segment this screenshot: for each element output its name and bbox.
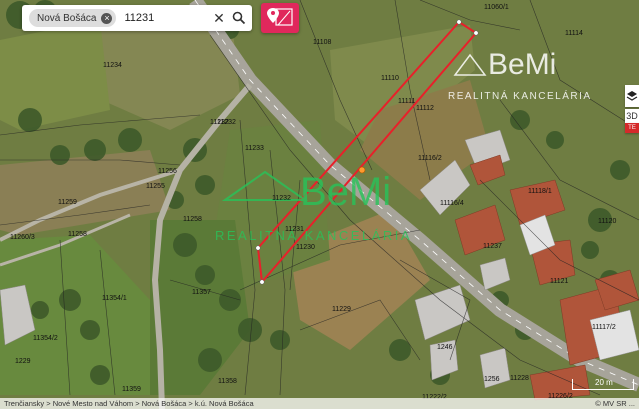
parcel-label: 11232 (272, 195, 291, 202)
close-icon[interactable]: ✕ (210, 10, 228, 27)
parcel-label: 11359 (122, 386, 141, 393)
parcel-label: 11233 (245, 145, 264, 152)
parcel-label: 11255 (146, 183, 165, 190)
map-canvas[interactable]: BeMi REALITNÁ KANCELÁRIA BeMi REALITNÁ K… (0, 0, 639, 409)
watermark-subtitle-top: REALITNÁ KANCELÁRIA (448, 89, 592, 102)
parcel-label: 11256 (158, 168, 177, 175)
layers-button[interactable] (625, 85, 639, 107)
watermark-brand-top: BeMi (488, 48, 556, 81)
3d-toggle-button[interactable]: 3D (625, 109, 639, 123)
parcel-label: 11237 (483, 243, 502, 250)
parcel-label: 11357 (192, 289, 211, 296)
parcel-label: 11060/1 (484, 4, 509, 11)
parcel-label: 11354/1 (102, 295, 127, 302)
parcel-label: 11111 (398, 98, 415, 105)
parcel-label: 11230 (296, 244, 315, 251)
parcel-label: 11108 (313, 39, 332, 46)
search-bar[interactable]: Nová Bošáca × 11231 ✕ (22, 5, 252, 31)
parcel-label: 11116/4 (440, 200, 464, 207)
te-button[interactable]: TE (625, 123, 639, 133)
parcel-label: 11232 (210, 119, 229, 126)
watermark-subtitle-center: REALITNÁ KANCELÁRIA (215, 228, 412, 243)
location-chip-label: Nová Bošáca (37, 12, 97, 24)
breadcrumb[interactable]: Trenčiansky > Nové Mesto nad Váhom > Nov… (4, 398, 254, 409)
parcel-label: 11258 (68, 231, 87, 238)
parcel-label: 11231 (285, 226, 304, 233)
parcel-label: 11234 (103, 62, 122, 69)
layers-icon (626, 91, 638, 101)
parcel-label: 11116/2 (418, 155, 442, 162)
cadastre-pin-icon (267, 8, 293, 26)
parcel-label: 11258 (183, 216, 202, 223)
parcel-label: 11121 (550, 278, 569, 285)
map-source[interactable]: © MV SR ... (595, 398, 635, 409)
parcel-label: 11117/2 (592, 324, 616, 331)
attribution-bar: Trenčiansky > Nové Mesto nad Váhom > Nov… (0, 398, 639, 409)
parcel-label: 11259 (58, 199, 77, 206)
parcel-label: 11358 (218, 378, 237, 385)
parcel-label: 11120 (598, 218, 617, 225)
search-input[interactable]: 11231 (124, 12, 210, 24)
parcel-label: 11229 (332, 306, 351, 313)
parcel-label: 11228 (510, 375, 529, 382)
cadastre-tool-button[interactable] (261, 3, 299, 33)
parcel-label: 1256 (484, 376, 500, 383)
chip-remove-icon[interactable]: × (101, 12, 113, 24)
parcel-label: 11114 (565, 30, 583, 37)
parcel-label: 1229 (15, 358, 31, 365)
parcel-label: 11354/2 (33, 335, 58, 342)
parcel-label: 11118/1 (528, 188, 552, 195)
parcel-label: 11260/3 (10, 234, 35, 241)
parcel-label: 11110 (381, 75, 399, 82)
watermark-brand-center: BeMi (300, 170, 391, 214)
parcel-label: 1246 (437, 344, 453, 351)
scale-label: 20 m (595, 378, 613, 387)
parcel-label: 11112 (416, 105, 434, 112)
search-icon[interactable] (228, 7, 250, 29)
location-chip[interactable]: Nová Bošáca × (29, 9, 117, 27)
scale-bar: 20 m (572, 378, 634, 390)
